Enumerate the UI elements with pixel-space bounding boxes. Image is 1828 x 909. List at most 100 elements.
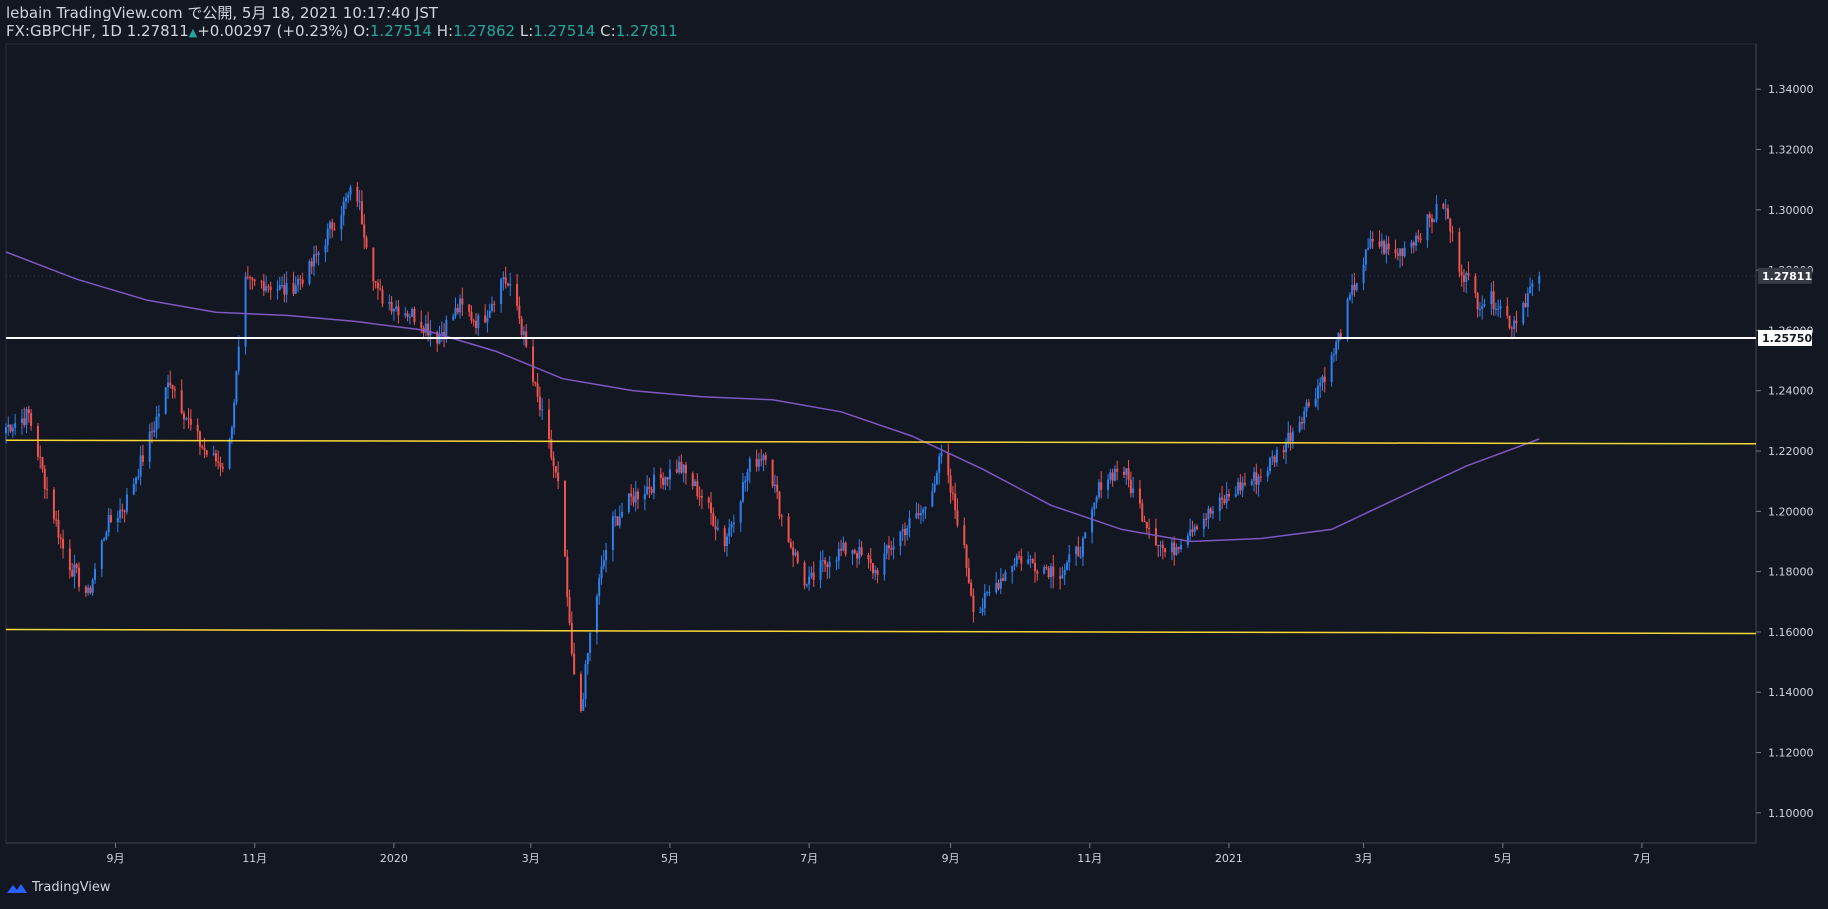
- candle-body: [730, 523, 733, 528]
- support-trendline[interactable]: [5, 628, 1757, 635]
- candle-body: [566, 556, 569, 598]
- candle-body: [1159, 544, 1162, 546]
- candle-body: [1460, 271, 1463, 276]
- candle-body: [1499, 305, 1502, 309]
- candle-body: [201, 446, 204, 448]
- candle-body: [518, 305, 521, 319]
- candle-body: [461, 298, 464, 305]
- candle-body: [132, 483, 135, 495]
- candle-body: [634, 491, 637, 503]
- candle-body: [922, 509, 925, 513]
- candle-body: [1298, 422, 1301, 432]
- candle-body: [365, 237, 368, 248]
- candle-body: [75, 564, 78, 568]
- candle-body: [308, 261, 311, 284]
- candle-body: [317, 252, 320, 255]
- candle-body: [84, 586, 87, 593]
- candle-body: [1412, 242, 1415, 246]
- support-trendline[interactable]: [5, 439, 1757, 445]
- candle-body: [221, 466, 224, 469]
- candle-body: [678, 461, 681, 473]
- candle-body: [988, 592, 991, 594]
- candle-body: [1431, 218, 1434, 223]
- candle-body: [1027, 559, 1030, 564]
- candle-body: [938, 456, 941, 473]
- candle-body: [589, 632, 592, 654]
- candle-body: [915, 513, 918, 519]
- candle-body: [374, 281, 377, 283]
- candle-body: [276, 289, 279, 291]
- candle-body: [662, 477, 665, 486]
- candle-body: [411, 308, 414, 317]
- candle-body: [1164, 548, 1167, 553]
- candle-body: [1093, 502, 1096, 510]
- candle-body: [548, 409, 551, 440]
- candle-body: [618, 516, 621, 526]
- y-tick-label: 1.10000: [1768, 807, 1814, 820]
- candle-body: [1193, 526, 1196, 532]
- candle-body: [388, 301, 391, 304]
- candle-body: [7, 424, 10, 428]
- candle-body: [315, 254, 318, 256]
- candle-body: [484, 315, 487, 323]
- candle-body: [342, 201, 345, 216]
- candle-body: [502, 277, 505, 280]
- candle-body: [1442, 203, 1445, 209]
- candle-body: [874, 570, 877, 574]
- candle-body: [1287, 432, 1290, 443]
- x-tick-label: 9月: [942, 852, 960, 865]
- candle-body: [1177, 547, 1180, 550]
- y-tick-label: 1.18000: [1768, 566, 1814, 579]
- candle-body: [762, 455, 765, 461]
- candle-body: [413, 308, 416, 322]
- candle-body: [694, 481, 697, 487]
- candle-body: [1346, 299, 1349, 338]
- candle-body: [1239, 482, 1242, 491]
- candle-body: [803, 562, 806, 586]
- candle-body: [137, 476, 140, 478]
- candle-body: [1145, 521, 1148, 529]
- candle-body: [919, 512, 922, 516]
- level-price-tag-text: 1.25750: [1762, 332, 1812, 345]
- candle-body: [331, 222, 334, 230]
- candle-body: [1435, 203, 1438, 220]
- candle-body: [1107, 479, 1110, 490]
- candle-body: [1444, 208, 1447, 210]
- candle-body: [666, 477, 669, 480]
- candle-body: [1462, 275, 1465, 282]
- candle-body: [776, 484, 779, 492]
- candle-body: [1282, 449, 1285, 453]
- candle-body: [680, 461, 683, 473]
- candle-body: [301, 279, 304, 284]
- candle-body: [23, 418, 26, 425]
- candle-body: [1065, 562, 1068, 570]
- candle-body: [1227, 493, 1230, 497]
- candle-body: [744, 480, 747, 483]
- candle-body: [1253, 472, 1256, 481]
- candle-body: [1399, 248, 1402, 256]
- candle-body: [1417, 235, 1420, 239]
- candle-body: [646, 486, 649, 495]
- price-chart[interactable]: 1.10000 1.12000 1.14000 1.16000 1.18000 1.200…: [0, 0, 1828, 909]
- candle-body: [1011, 566, 1014, 572]
- candle-body: [390, 301, 393, 312]
- candle-body: [999, 578, 1002, 589]
- candle-body: [1481, 306, 1484, 309]
- candle-body: [840, 548, 843, 551]
- candle-body: [57, 519, 60, 538]
- candle-body: [602, 560, 605, 567]
- candle-body: [707, 497, 710, 503]
- candle-body: [616, 516, 619, 526]
- y-tick-label: 1.20000: [1768, 505, 1814, 518]
- candle-body: [1410, 242, 1413, 248]
- candle-body: [1141, 503, 1144, 522]
- candle-body: [1353, 284, 1356, 291]
- candle-body: [1371, 238, 1374, 242]
- candle-body: [582, 698, 585, 711]
- footer-brand[interactable]: TradingView: [6, 880, 111, 895]
- candle-body: [363, 224, 366, 238]
- candle-body: [55, 519, 58, 521]
- candle-body: [78, 567, 81, 587]
- candle-body: [1043, 567, 1046, 574]
- candle-body: [739, 501, 742, 523]
